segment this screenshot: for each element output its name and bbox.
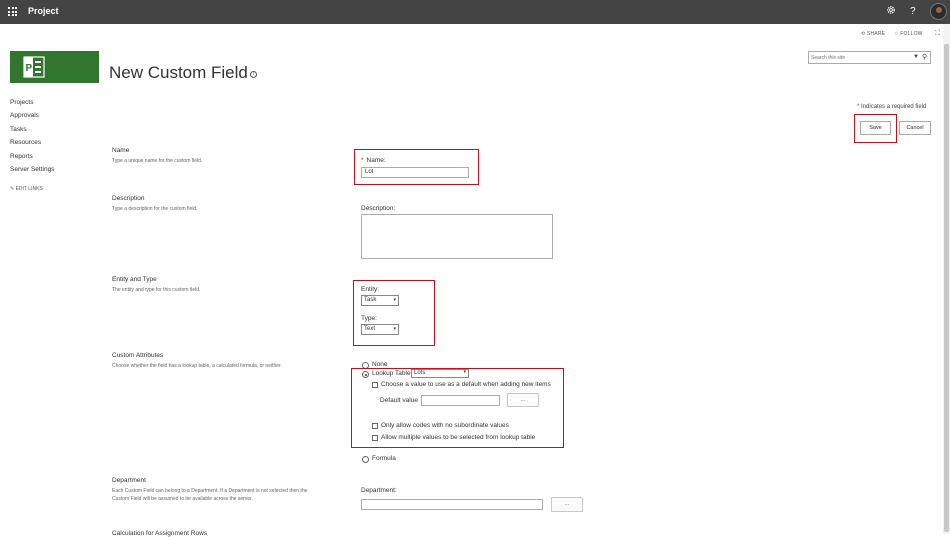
gear-icon[interactable] — [886, 5, 896, 18]
nav-item-tasks[interactable]: Tasks — [10, 126, 27, 133]
department-section-desc-2: Custom Field will be assumed to be avail… — [112, 496, 253, 502]
nav-item-server-settings[interactable]: Server Settings — [10, 166, 54, 173]
default-value-check-label: Choose a value to use as a default when … — [381, 381, 551, 388]
type-label: Type: — [361, 315, 377, 322]
allow-multiple-label: Allow multiple values to be selected fro… — [381, 434, 536, 441]
chevron-down-icon: ▾ — [393, 326, 396, 332]
svg-text:P: P — [26, 63, 33, 74]
department-label: Department: — [361, 487, 397, 494]
edit-links-button[interactable]: ✎ EDIT LINKS — [10, 186, 43, 192]
default-value-checkbox[interactable] — [372, 382, 378, 388]
department-input[interactable] — [361, 499, 543, 510]
nav-item-resources[interactable]: Resources — [10, 139, 41, 146]
app-name[interactable]: Project — [28, 6, 59, 16]
entity-select[interactable]: Task ▾ — [361, 295, 399, 306]
share-icon: ⟲ — [861, 31, 866, 37]
star-icon: ☆ — [894, 31, 899, 37]
none-label: None — [372, 361, 388, 368]
description-textarea[interactable] — [361, 214, 553, 259]
name-section-desc: Type a unique name for the custom field. — [112, 158, 203, 164]
project-logo-icon: P — [23, 56, 45, 78]
pencil-icon: ✎ — [10, 186, 15, 192]
lookup-table-radio[interactable] — [362, 371, 369, 378]
default-value-label: Default value — [380, 397, 418, 404]
save-button[interactable]: Save — [860, 121, 891, 135]
custom-attributes-section-title: Custom Attributes — [112, 352, 164, 359]
formula-label: Formula — [372, 455, 396, 462]
focus-mode-icon[interactable]: ⛶ — [935, 30, 940, 38]
only-codes-checkbox[interactable] — [372, 423, 378, 429]
nav-item-reports[interactable]: Reports — [10, 153, 33, 160]
page-title: New Custom Field — [109, 63, 248, 82]
nav-item-approvals[interactable]: Approvals — [10, 112, 39, 119]
cancel-button[interactable]: Cancel — [899, 121, 931, 135]
suite-bar: Project ? — [0, 0, 950, 24]
name-section-title: Name — [112, 147, 130, 154]
info-icon[interactable]: i — [250, 71, 257, 78]
project-logo[interactable]: P — [10, 51, 99, 83]
entity-type-section-title: Entity and Type — [112, 276, 157, 283]
description-section-title: Description — [112, 195, 145, 202]
entity-type-section-desc: The entity and type for this custom fiel… — [112, 287, 201, 293]
app-launcher-icon[interactable] — [8, 7, 17, 16]
lookup-table-select[interactable]: Lots ▾ — [411, 369, 469, 378]
search-icon[interactable]: ⚲ — [922, 53, 927, 61]
type-select[interactable]: Text ▾ — [361, 324, 399, 335]
chevron-down-icon: ▾ — [393, 297, 396, 303]
search-scope-dropdown-icon[interactable]: ▼ — [913, 54, 919, 60]
formula-radio[interactable] — [362, 456, 369, 463]
department-section-desc-1: Each Custom Field can belong to a Depart… — [112, 488, 308, 494]
follow-button[interactable]: ☆ FOLLOW — [894, 31, 923, 37]
name-input[interactable]: Lot — [361, 167, 469, 178]
department-picker-button[interactable]: ... — [551, 497, 583, 512]
lookup-table-label: Lookup Table — [372, 370, 411, 377]
chevron-down-icon: ▾ — [463, 369, 466, 375]
search-box[interactable]: ▼ ⚲ — [808, 51, 931, 64]
search-input[interactable] — [811, 54, 907, 62]
avatar[interactable] — [930, 3, 947, 20]
required-field-note: * Indicates a required field — [857, 104, 927, 110]
share-button[interactable]: ⟲ SHARE — [861, 31, 885, 37]
default-value-input[interactable] — [421, 395, 500, 406]
help-icon[interactable]: ? — [910, 6, 916, 17]
description-label: Description: — [361, 205, 396, 212]
custom-attributes-section-desc: Choose whether the field has a lookup ta… — [112, 363, 282, 369]
entity-label: Entity: — [361, 286, 380, 293]
allow-multiple-checkbox[interactable] — [372, 435, 378, 441]
description-section-desc: Type a description for the custom field. — [112, 206, 198, 212]
scrollbar-thumb[interactable] — [944, 44, 949, 532]
department-section-title: Department — [112, 477, 146, 484]
name-label: * Name: — [361, 157, 386, 164]
only-codes-label: Only allow codes with no subordinate val… — [381, 422, 509, 429]
default-value-picker-button[interactable]: ... — [507, 393, 539, 407]
nav-item-projects[interactable]: Projects — [10, 99, 33, 106]
